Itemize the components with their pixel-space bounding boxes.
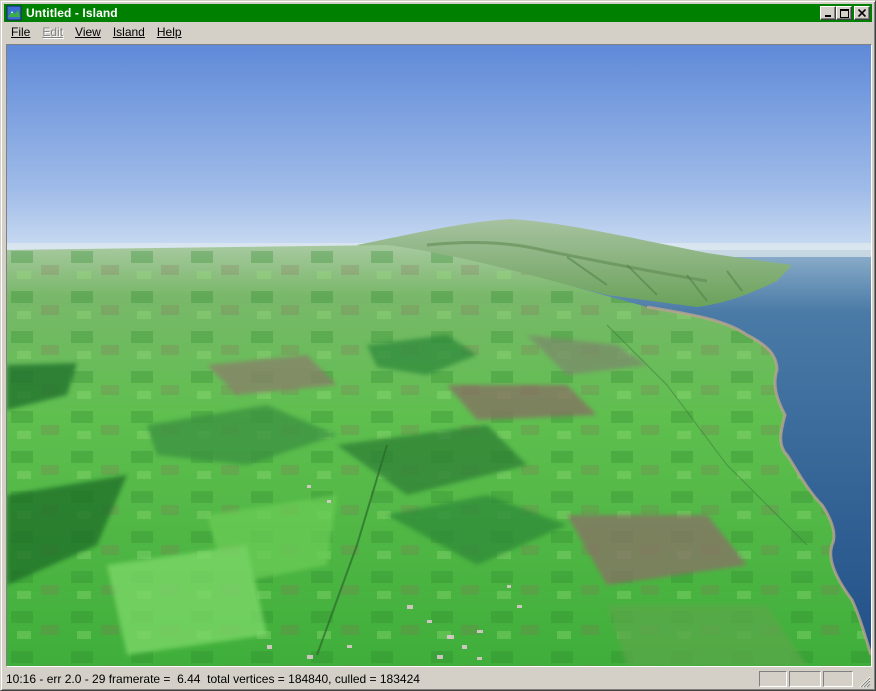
title-bar[interactable]: Untitled - Island (4, 4, 872, 22)
menu-view[interactable]: View (68, 23, 106, 42)
resize-grip-icon[interactable] (858, 675, 871, 688)
close-button[interactable] (854, 6, 870, 20)
window-title: Untitled - Island (26, 6, 118, 20)
menu-help-label: Help (156, 25, 182, 39)
window-controls (820, 6, 870, 20)
maximize-icon (839, 8, 849, 18)
menu-edit[interactable]: Edit (35, 23, 68, 42)
terrain-scene[interactable] (7, 45, 871, 666)
close-icon (858, 9, 866, 17)
status-text: 10:16 - err 2.0 - 29 framerate = 6.44 to… (6, 672, 420, 686)
menu-edit-label: Edit (42, 25, 64, 39)
menu-file-label: File (11, 25, 31, 39)
status-pane-3 (823, 671, 853, 687)
status-bar: 10:16 - err 2.0 - 29 framerate = 6.44 to… (4, 669, 872, 689)
status-pane-2 (789, 671, 821, 687)
terrain-3d-viewport[interactable] (6, 44, 872, 667)
minimize-icon (825, 15, 831, 17)
menu-view-label: View (75, 25, 101, 39)
menu-island[interactable]: Island (106, 23, 150, 42)
menu-file[interactable]: File (4, 23, 35, 42)
island-app-icon[interactable] (6, 5, 22, 21)
maximize-button[interactable] (836, 6, 852, 20)
main-window: Untitled - Island File Edit View Island … (0, 0, 876, 691)
status-pane-1 (759, 671, 787, 687)
minimize-button[interactable] (820, 6, 836, 20)
menu-bar: File Edit View Island Help (4, 23, 872, 42)
menu-island-label: Island (112, 25, 145, 39)
menu-help[interactable]: Help (150, 23, 187, 42)
